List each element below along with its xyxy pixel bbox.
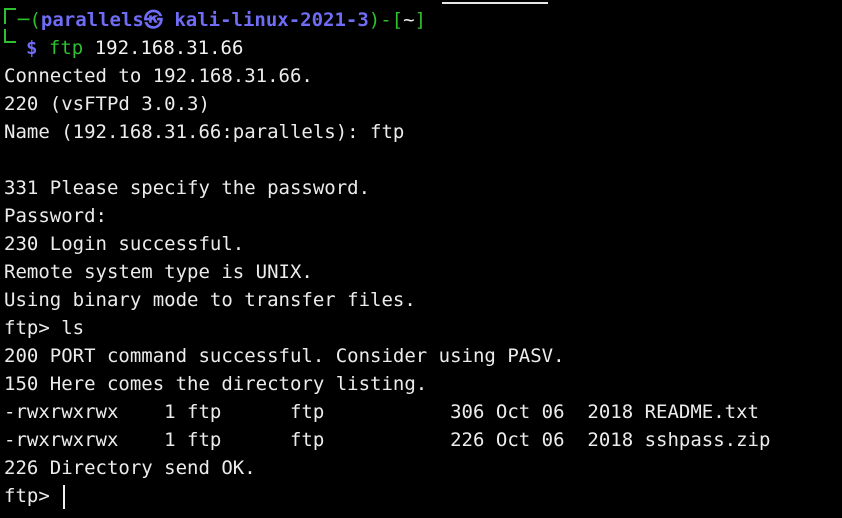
output-line: Connected to 192.168.31.66.	[4, 65, 313, 87]
output-line: Using binary mode to transfer files.	[4, 289, 416, 311]
output-line: 150 Here comes the directory listing.	[4, 373, 428, 395]
command-arg: 192.168.31.66	[94, 37, 244, 59]
output-line: 226 Directory send OK.	[4, 457, 256, 479]
prompt-header: ─(parallels㉿ kali-linux-2021-3)-[~]	[18, 6, 426, 34]
ftp-input-line[interactable]: ftp>	[4, 482, 66, 510]
listing-row: -rwxrwxrwx 1 ftp ftp 306 Oct 06 2018 REA…	[4, 401, 759, 423]
prompt-command-line: $ ftp 192.168.31.66	[26, 34, 243, 62]
command-name: ftp	[48, 37, 84, 59]
ftp-prompt: ftp>	[4, 485, 62, 507]
prompt-user: parallels	[40, 9, 144, 31]
output-line: Name (192.168.31.66:parallels): ftp	[4, 121, 405, 143]
output-line: 230 Login successful.	[4, 233, 245, 255]
output-line: Password:	[4, 205, 107, 227]
output-line: 200 PORT command successful. Consider us…	[4, 345, 565, 367]
output-line: 331 Please specify the password.	[4, 177, 371, 199]
terminal-window[interactable]: - -- - -- -- --- -- - - ---- --- -- -- -…	[4, 0, 842, 518]
prompt-frame-top	[4, 8, 16, 24]
prompt-open: ─(	[18, 9, 41, 31]
output-line: ftp> ls	[4, 317, 85, 339]
prompt-dir-close: ]	[414, 9, 427, 31]
prompt-dollar: $	[26, 37, 38, 59]
clipped-underline	[442, 2, 548, 4]
output-line: Remote system type is UNIX.	[4, 261, 313, 283]
prompt-close: )-[	[368, 9, 404, 31]
prompt-frame-bottom	[4, 29, 16, 43]
output-line: 220 (vsFTPd 3.0.3)	[4, 93, 210, 115]
prompt-at-symbol: ㉿	[143, 9, 163, 31]
prompt-host: kali-linux-2021-3	[174, 9, 369, 31]
listing-row: -rwxrwxrwx 1 ftp ftp 226 Oct 06 2018 ssh…	[4, 429, 771, 451]
text-cursor	[63, 484, 66, 509]
prompt-dir: ~	[403, 9, 415, 31]
